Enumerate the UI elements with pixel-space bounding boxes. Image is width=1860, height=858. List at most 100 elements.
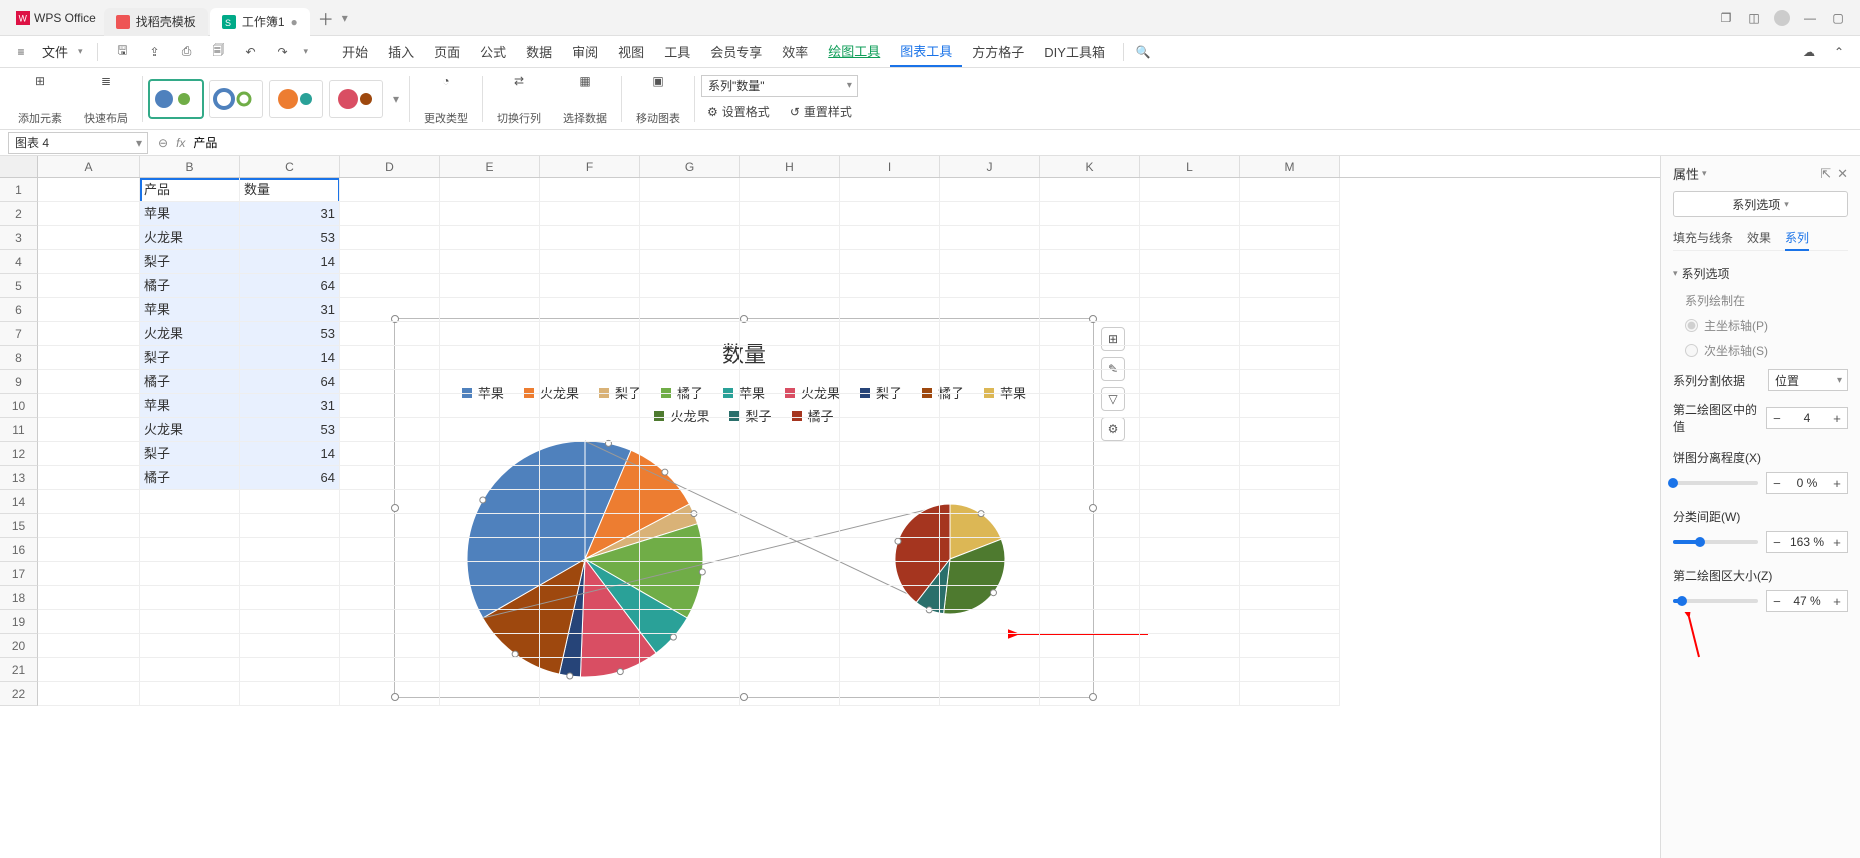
cell[interactable]	[540, 418, 640, 442]
app-menu-icon[interactable]: ≡	[10, 41, 32, 63]
cell[interactable]	[840, 490, 940, 514]
cell[interactable]	[540, 634, 640, 658]
cell[interactable]	[640, 394, 740, 418]
row-header-6[interactable]: 6	[0, 298, 38, 322]
cell[interactable]	[1140, 442, 1240, 466]
cell[interactable]	[640, 514, 740, 538]
cell[interactable]	[38, 538, 140, 562]
row-header-14[interactable]: 14	[0, 490, 38, 514]
minus-button[interactable]: −	[1767, 408, 1787, 428]
explosion-slider[interactable]	[1673, 481, 1758, 485]
cell[interactable]	[340, 658, 440, 682]
cell[interactable]	[1240, 490, 1340, 514]
cell[interactable]	[940, 682, 1040, 706]
cell[interactable]: 31	[240, 394, 340, 418]
cell[interactable]	[640, 298, 740, 322]
cell[interactable]	[1140, 322, 1240, 346]
cell[interactable]	[1140, 586, 1240, 610]
cell[interactable]	[440, 634, 540, 658]
select-all-corner[interactable]	[0, 156, 38, 177]
cell[interactable]	[440, 322, 540, 346]
new-tab-button[interactable]: ＋	[318, 6, 334, 30]
cell[interactable]	[1140, 514, 1240, 538]
cell[interactable]	[440, 202, 540, 226]
cell[interactable]	[1240, 298, 1340, 322]
cell[interactable]	[38, 202, 140, 226]
cloud-icon[interactable]: ☁	[1798, 41, 1820, 63]
cell[interactable]: 梨子	[140, 346, 240, 370]
cell[interactable]	[840, 322, 940, 346]
cell[interactable]	[440, 418, 540, 442]
minimize-button[interactable]: —	[1796, 4, 1824, 32]
cell[interactable]	[940, 442, 1040, 466]
ribbon-move-chart[interactable]: ▣ 移动图表	[628, 72, 688, 126]
cell[interactable]	[740, 658, 840, 682]
cell[interactable]	[940, 178, 1040, 202]
row-header-17[interactable]: 17	[0, 562, 38, 586]
cell[interactable]	[640, 610, 740, 634]
cell[interactable]	[840, 298, 940, 322]
cell[interactable]	[1040, 586, 1140, 610]
name-box[interactable]: 图表 4	[8, 132, 148, 154]
cell[interactable]	[1040, 370, 1140, 394]
cell[interactable]	[940, 466, 1040, 490]
cell[interactable]	[640, 250, 740, 274]
cell[interactable]	[1040, 226, 1140, 250]
row-header-1[interactable]: 1	[0, 178, 38, 202]
cell[interactable]	[140, 634, 240, 658]
cell[interactable]	[740, 370, 840, 394]
cell[interactable]	[440, 442, 540, 466]
row-header-7[interactable]: 7	[0, 322, 38, 346]
cell[interactable]	[1040, 442, 1140, 466]
cell[interactable]	[940, 298, 1040, 322]
fx-icon[interactable]: fx	[176, 136, 185, 150]
cell[interactable]	[1040, 634, 1140, 658]
cell[interactable]	[140, 514, 240, 538]
cell[interactable]: 64	[240, 466, 340, 490]
row-header-15[interactable]: 15	[0, 514, 38, 538]
cell[interactable]	[540, 178, 640, 202]
cell[interactable]	[740, 298, 840, 322]
row-header-13[interactable]: 13	[0, 466, 38, 490]
pin-icon[interactable]: ⇱	[1820, 166, 1831, 182]
cell[interactable]	[140, 538, 240, 562]
cell[interactable]	[440, 274, 540, 298]
window-copy-icon[interactable]: ❐	[1712, 4, 1740, 32]
row-header-22[interactable]: 22	[0, 682, 38, 706]
row-header-8[interactable]: 8	[0, 346, 38, 370]
cell[interactable]	[140, 610, 240, 634]
cell[interactable]	[440, 394, 540, 418]
cell[interactable]	[1140, 538, 1240, 562]
cell[interactable]	[1240, 514, 1340, 538]
cell[interactable]	[1040, 298, 1140, 322]
row-header-2[interactable]: 2	[0, 202, 38, 226]
cell[interactable]	[240, 562, 340, 586]
row-header-18[interactable]: 18	[0, 586, 38, 610]
chart-element-select[interactable]: 系列"数量"	[701, 75, 858, 97]
col-header-B[interactable]: B	[140, 156, 240, 177]
cell[interactable]	[940, 586, 1040, 610]
col-header-F[interactable]: F	[540, 156, 640, 177]
cell[interactable]	[1140, 682, 1240, 706]
cell[interactable]: 苹果	[140, 202, 240, 226]
cell[interactable]	[740, 466, 840, 490]
cell[interactable]	[140, 586, 240, 610]
cell[interactable]	[740, 610, 840, 634]
second-plot-count-stepper[interactable]: −4+	[1766, 407, 1848, 429]
menu-item-数据[interactable]: 数据	[516, 37, 562, 67]
row-header-16[interactable]: 16	[0, 538, 38, 562]
cell[interactable]	[38, 370, 140, 394]
row-header-12[interactable]: 12	[0, 442, 38, 466]
cell[interactable]	[740, 586, 840, 610]
cell[interactable]	[340, 298, 440, 322]
cell[interactable]	[38, 610, 140, 634]
cell[interactable]	[640, 370, 740, 394]
cell[interactable]	[1140, 178, 1240, 202]
cell[interactable]	[1140, 370, 1240, 394]
section-series-options[interactable]: 系列选项	[1673, 265, 1848, 282]
cell[interactable]	[340, 346, 440, 370]
menu-item-方方格子[interactable]: 方方格子	[962, 37, 1034, 67]
chart-style-3[interactable]	[269, 80, 323, 118]
primary-axis-radio[interactable]: 主坐标轴(P)	[1685, 317, 1848, 334]
cell[interactable]: 64	[240, 370, 340, 394]
